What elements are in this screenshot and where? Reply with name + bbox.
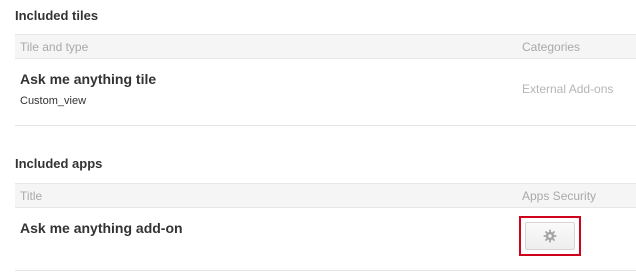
tile-row: Ask me anything tile Custom_view Externa… (15, 60, 636, 125)
divider (15, 270, 636, 271)
column-header-title: Title (20, 189, 43, 203)
tile-type: Custom_view (20, 95, 87, 107)
app-title: Ask me anything add-on (20, 220, 183, 236)
tiles-table-header: Tile and type Categories (15, 34, 636, 59)
divider (15, 125, 636, 126)
tile-title: Ask me anything tile (20, 71, 157, 87)
column-header-tile-and-type: Tile and type (20, 40, 89, 54)
column-header-categories: Categories (522, 40, 581, 54)
apps-security-settings-button[interactable] (525, 222, 575, 250)
column-header-apps-security: Apps Security (522, 189, 597, 203)
apps-security-highlight (519, 216, 581, 256)
included-content-panel: Included tiles Tile and type Categories … (0, 0, 636, 277)
gear-icon (543, 229, 557, 243)
apps-table-header: Title Apps Security (15, 183, 636, 208)
included-tiles-heading: Included tiles (15, 8, 99, 23)
included-apps-heading: Included apps (15, 156, 103, 171)
tile-category: External Add-ons (522, 82, 614, 96)
